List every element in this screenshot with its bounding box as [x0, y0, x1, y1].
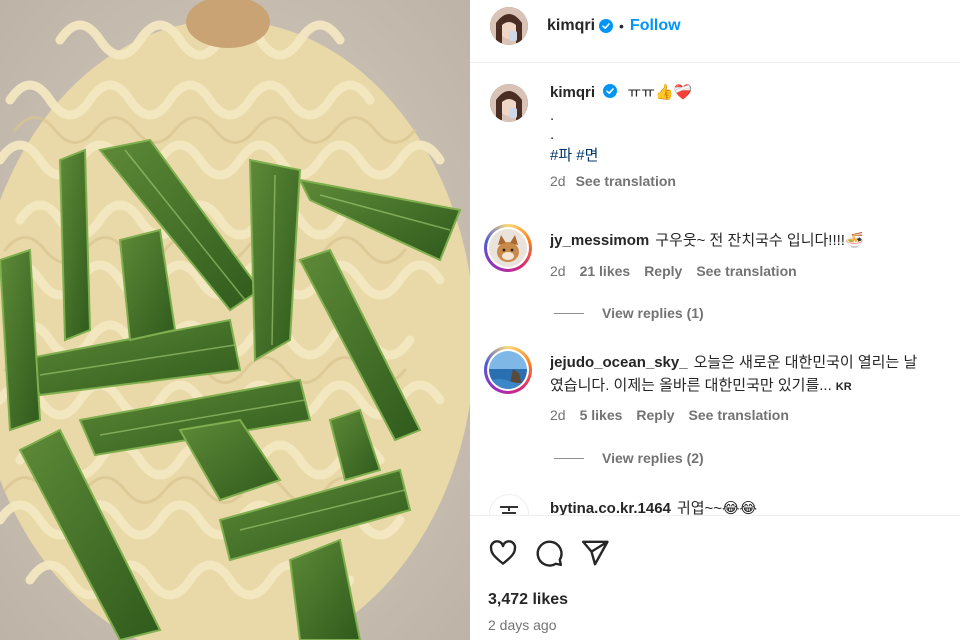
post-side-panel: kimqri • Follow kimqri ㅠㅠ👍: [470, 0, 960, 640]
noodles-photo: [0, 0, 470, 640]
caption-first-line: kimqri ㅠㅠ👍❤️‍🩹: [550, 83, 940, 102]
header-divider: [470, 62, 960, 63]
post-header: kimqri • Follow: [470, 0, 960, 52]
comment-likes[interactable]: 5 likes: [580, 407, 623, 423]
commenter-avatar-ring[interactable]: [484, 346, 532, 394]
verified-badge-icon: [599, 19, 614, 33]
caption-text: ㅠㅠ👍❤️‍🩹: [627, 84, 693, 101]
follow-button[interactable]: Follow: [630, 17, 681, 35]
reply-button[interactable]: Reply: [636, 407, 674, 423]
caption-time: 2d: [550, 173, 566, 189]
post-photo: [0, 0, 470, 640]
like-heart-icon[interactable]: [488, 538, 518, 568]
profile-photo-icon: [490, 84, 528, 122]
see-translation-link[interactable]: See translation: [689, 407, 789, 423]
author-avatar[interactable]: [490, 7, 528, 45]
commenter-avatar: [489, 229, 527, 267]
caption-hashtags[interactable]: #파 #면: [550, 146, 940, 165]
author-username[interactable]: kimqri: [547, 17, 595, 35]
commenter-avatar-ring[interactable]: [484, 224, 532, 272]
action-icons: [488, 538, 610, 568]
caption-author-avatar[interactable]: [490, 84, 528, 122]
caption-username[interactable]: kimqri: [550, 84, 595, 101]
see-translation-link[interactable]: See translation: [696, 263, 796, 279]
post-actions-bar: 3,472 likes 2 days ago: [470, 515, 960, 640]
replies-divider-line: [554, 312, 584, 314]
post-timestamp: 2 days ago: [488, 617, 557, 633]
reply-button[interactable]: Reply: [644, 263, 682, 279]
comment-text: 오늘은 새로운 대한민국이 열리는 날: [693, 354, 918, 371]
view-replies-label: View replies (2): [602, 450, 704, 466]
separator-dot: •: [619, 18, 624, 34]
dog-avatar-icon: [489, 229, 527, 267]
likes-count[interactable]: 3,472 likes: [488, 591, 568, 609]
comment-bubble-icon[interactable]: [534, 538, 564, 568]
avatar-frame: [487, 349, 529, 391]
share-paper-plane-icon[interactable]: [580, 538, 610, 568]
post-caption: kimqri ㅠㅠ👍❤️‍🩹 . . #파 #면 2d See translat…: [490, 78, 940, 189]
profile-photo-icon: [490, 7, 528, 45]
comment-text-line: 였습니다. 이제는 올바른 대한민국만 있기를... KR: [550, 375, 960, 398]
ocean-avatar-icon: [489, 351, 527, 389]
comment-meta: 2d 5 likes Reply See translation: [550, 407, 789, 423]
comment-text: 였습니다. 이제는 올바른 대한민국만 있기를...: [550, 377, 832, 394]
see-translation-link[interactable]: See translation: [576, 173, 676, 189]
caption-dot-line: .: [550, 126, 555, 143]
comment-text-line: jejudo_ocean_sky_ 오늘은 새로운 대한민국이 열리는 날: [550, 352, 960, 374]
comment-text-line: jy_messimom 구우웃~ 전 잔치국수 입니다!!!!🍜: [550, 230, 960, 252]
comment-time: 2d: [550, 263, 566, 279]
comment-meta: 2d 21 likes Reply See translation: [550, 263, 797, 279]
comment-likes[interactable]: 21 likes: [580, 263, 631, 279]
language-badge: KR: [835, 381, 852, 393]
comment-time: 2d: [550, 407, 566, 423]
comment-text: 구우웃~ 전 잔치국수 입니다!!!!🍜: [655, 232, 864, 249]
view-replies-button[interactable]: View replies (2): [554, 450, 704, 466]
commenter-avatar: [489, 351, 527, 389]
caption-dot-line: .: [550, 107, 555, 124]
commenter-username[interactable]: jejudo_ocean_sky_: [550, 354, 688, 371]
view-replies-label: View replies (1): [602, 305, 704, 321]
avatar-frame: [487, 227, 529, 269]
replies-divider-line: [554, 457, 584, 459]
commenter-username[interactable]: jy_messimom: [550, 232, 649, 249]
caption-meta: 2d See translation: [550, 173, 940, 189]
verified-badge-icon: [603, 84, 618, 98]
view-replies-button[interactable]: View replies (1): [554, 305, 704, 321]
